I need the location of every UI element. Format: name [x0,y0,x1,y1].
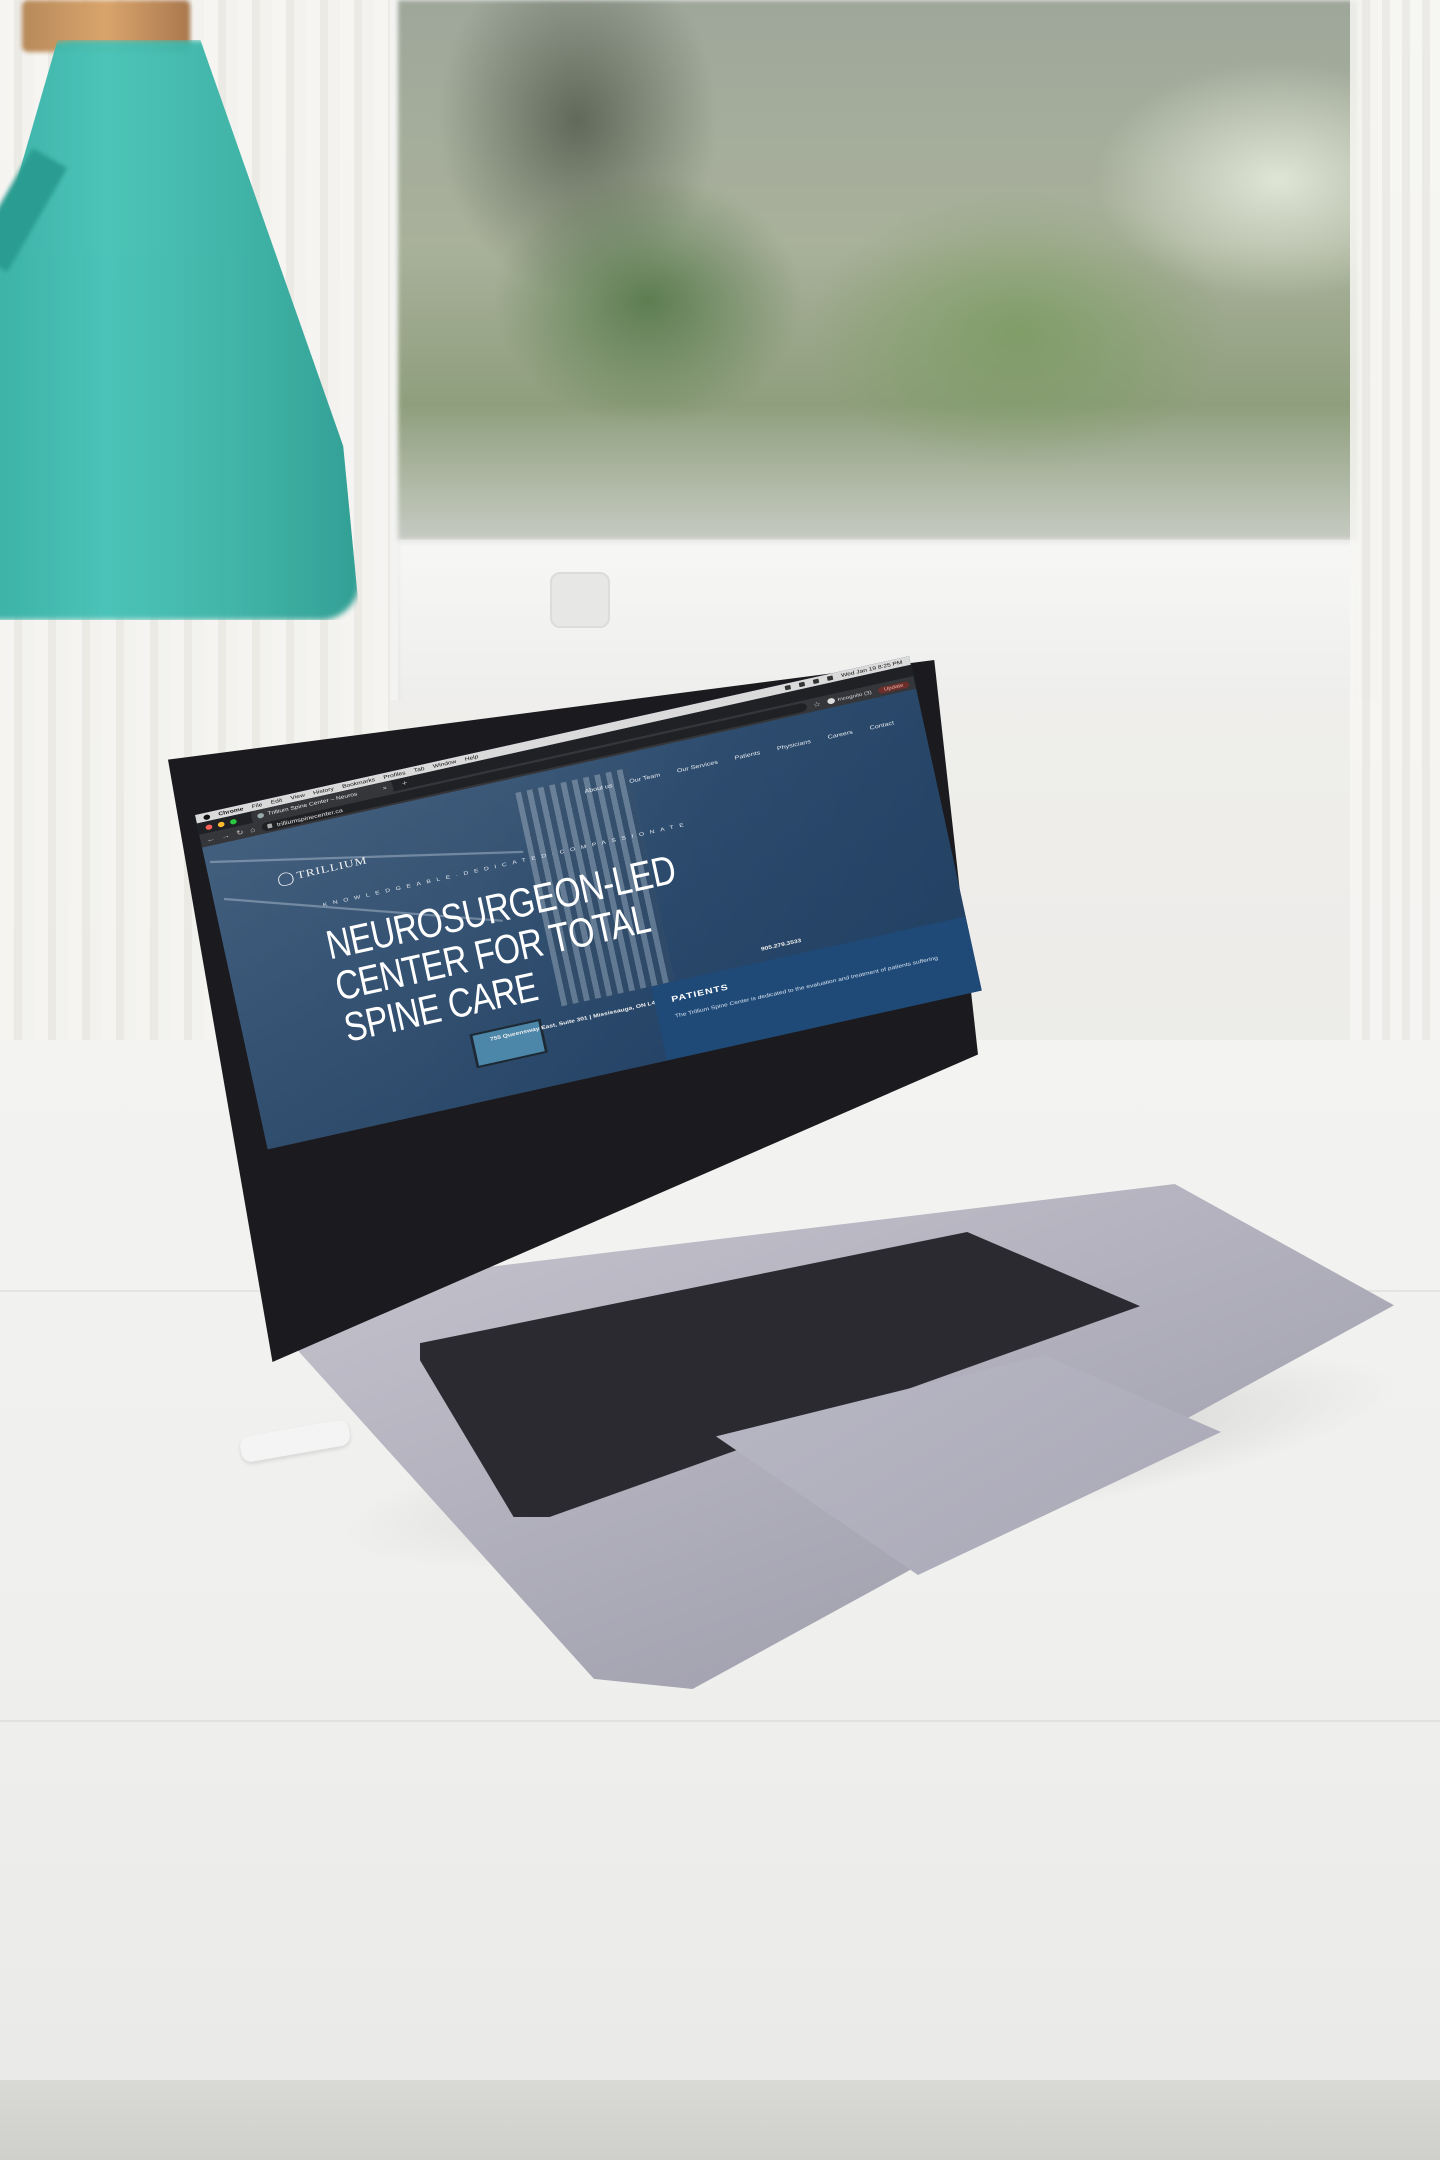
new-tab-button[interactable]: + [401,779,408,788]
close-window-icon[interactable] [205,823,213,831]
forward-icon[interactable]: → [221,831,231,840]
nav-physicians[interactable]: Physicians [776,738,811,752]
star-icon[interactable]: ☆ [812,699,821,709]
curtain-right [1350,0,1440,1050]
patients-title[interactable]: PATIENTS [671,983,730,1004]
favicon-icon [256,812,265,819]
nav-patients[interactable]: Patients [734,749,761,761]
nav-our-team[interactable]: Our Team [629,771,661,784]
desk-seam [0,1720,1440,1722]
nav-our-services[interactable]: Our Services [676,759,718,774]
wifi-icon[interactable] [784,684,791,691]
tab-close-icon[interactable]: × [382,784,388,791]
incognito-icon [826,697,836,705]
nav-careers[interactable]: Careers [827,729,853,741]
window-latch [550,572,610,628]
clinic-phone[interactable]: 905.279.3533 [761,938,802,952]
home-icon[interactable]: ⌂ [249,826,256,834]
window-glass [398,0,1358,540]
trillium-logo-icon [276,871,295,888]
control-center-icon[interactable] [826,675,834,682]
reload-icon[interactable]: ↻ [236,828,245,837]
minimize-window-icon[interactable] [217,820,225,828]
search-icon[interactable] [812,678,820,685]
zoom-window-icon[interactable] [229,818,238,825]
back-icon[interactable]: ← [206,835,216,844]
apple-icon[interactable] [202,813,211,821]
desk-edge [0,2080,1440,2160]
nav-contact[interactable]: Contact [869,719,895,731]
lock-icon[interactable] [266,823,273,829]
battery-icon[interactable] [798,681,805,688]
